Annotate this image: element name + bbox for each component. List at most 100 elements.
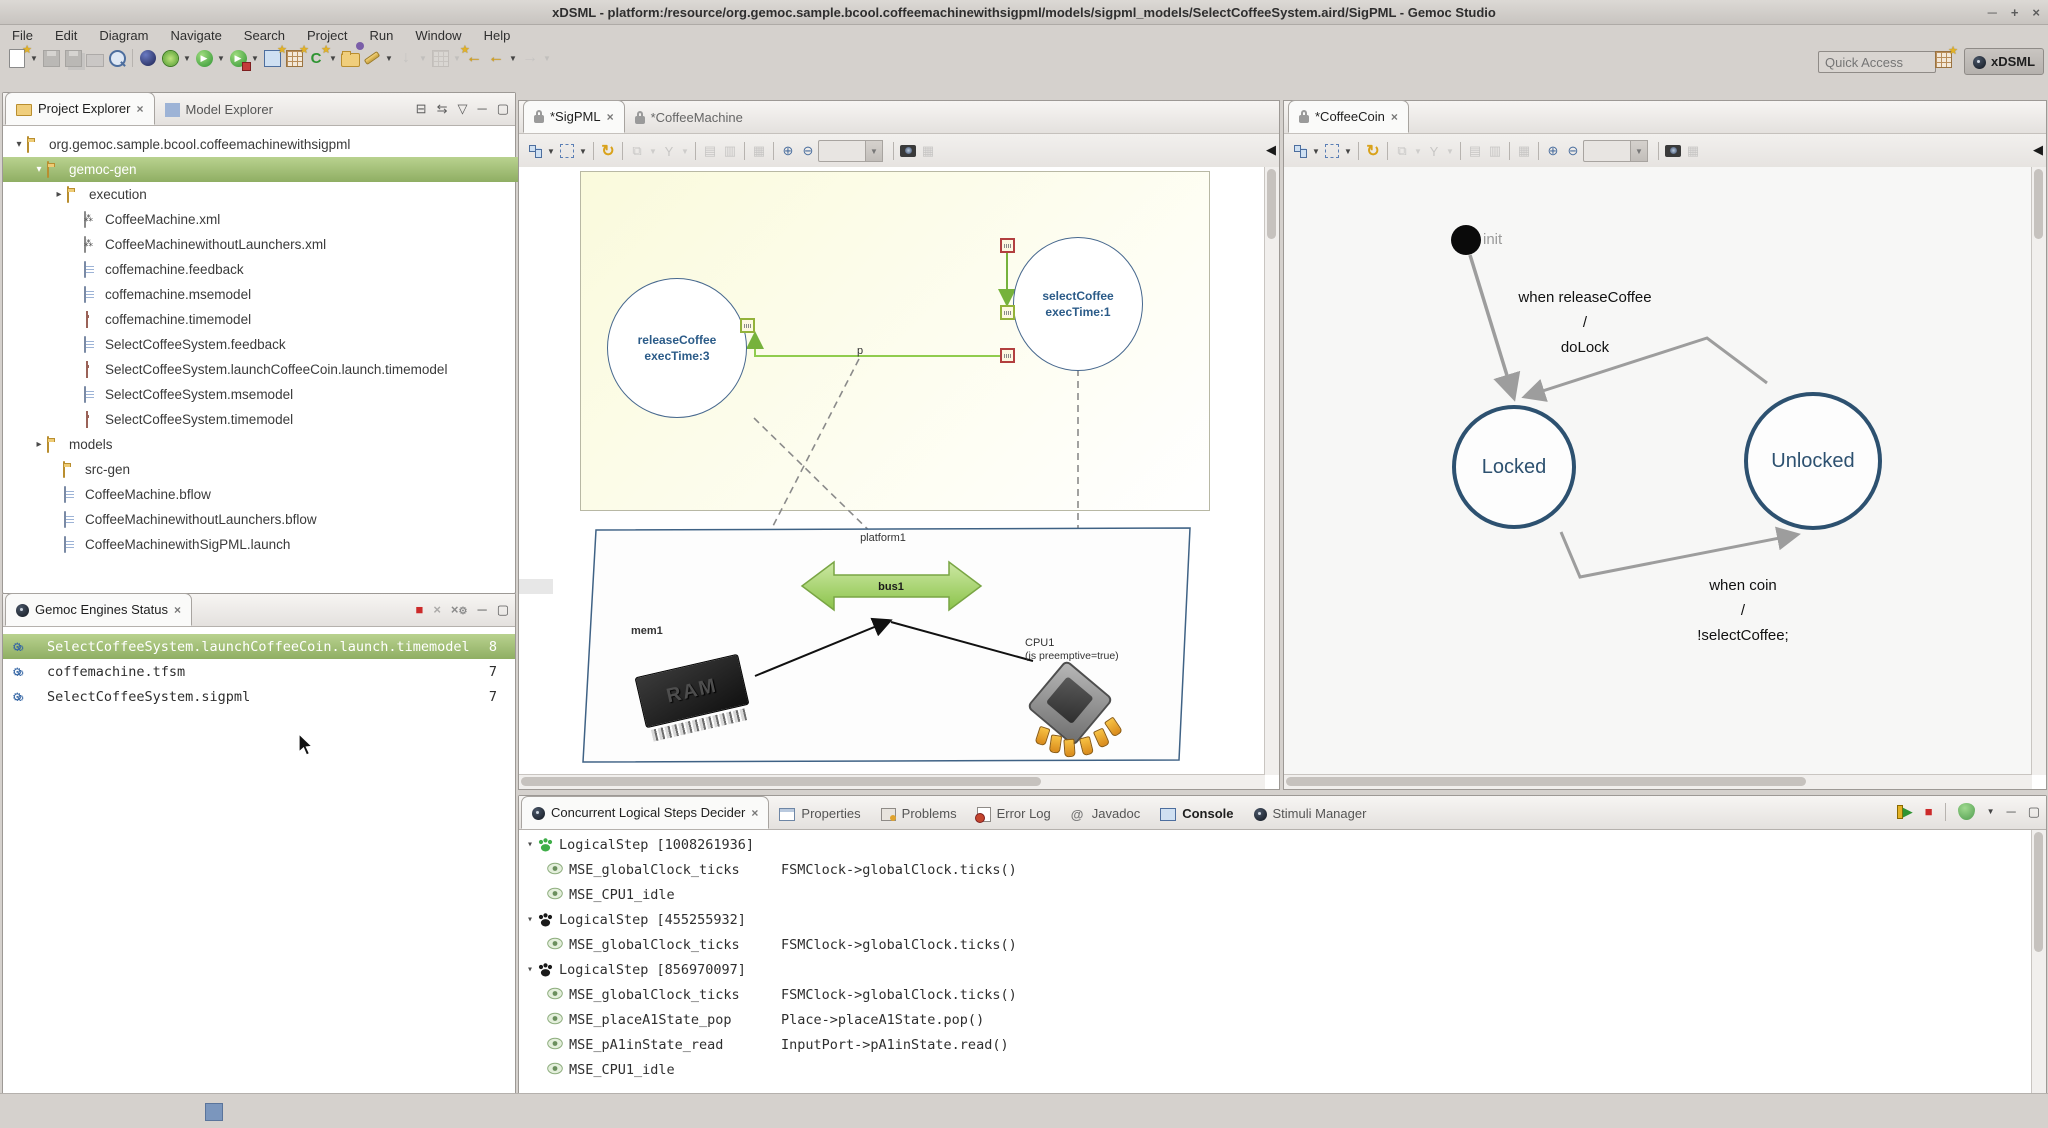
window-maximize-button[interactable]: + xyxy=(2011,5,2019,20)
select-marquee-icon[interactable] xyxy=(1322,141,1342,161)
open-resource-icon[interactable] xyxy=(339,47,361,69)
bottom-panel-scrollbar[interactable] xyxy=(2031,830,2046,1093)
open-perspective-icon[interactable]: ★ xyxy=(1932,48,1954,70)
import-icon[interactable]: ↓ xyxy=(395,47,417,69)
tree-item-models[interactable]: ▸models xyxy=(3,432,543,457)
refresh-representation-icon[interactable]: C★ xyxy=(305,47,327,69)
tree-item-coffeemachinewithsigpml-launch[interactable]: CoffeeMachinewithSigPML.launch xyxy=(3,532,559,557)
grid-icon[interactable]: ▦ xyxy=(918,141,938,161)
mse-row[interactable]: MSE_placeA1State_popPlace->placeA1State.… xyxy=(519,1007,2046,1032)
collapse-all-icon[interactable]: ⊟ xyxy=(416,101,427,117)
export-image-icon[interactable] xyxy=(898,141,918,161)
tab-concurrent-logical-steps-decider[interactable]: Concurrent Logical Steps Decider × xyxy=(521,796,769,829)
minimize-view-icon[interactable]: ─ xyxy=(477,602,486,617)
menu-search[interactable]: Search xyxy=(244,28,285,43)
tree-item-coffeemachine-bflow[interactable]: CoffeeMachine.bflow xyxy=(3,482,559,507)
mse-row[interactable]: MSE_pA1inState_readInputPort->pA1inState… xyxy=(519,1032,2046,1057)
browser-icon[interactable] xyxy=(137,47,159,69)
mse-row[interactable]: MSE_globalClock_ticksFSMClock->globalClo… xyxy=(519,932,2046,957)
quick-access-input[interactable] xyxy=(1818,51,1936,73)
tree-item-coffemachine-msemodel[interactable]: coffemachine.msemodel xyxy=(3,282,579,307)
zoom-in-icon[interactable]: ⊕ xyxy=(1543,141,1563,161)
align-dropdown[interactable]: ▼ xyxy=(1444,140,1456,162)
sigpml-canvas[interactable]: bus1 platform1 releaseCoffee execTime:3 … xyxy=(519,167,1265,775)
select-dropdown[interactable]: ▼ xyxy=(577,140,589,162)
tree-item-coffeemachinewithoutlaunchers-xml[interactable]: CoffeeMachinewithoutLaunchers.xml xyxy=(3,232,579,257)
close-icon[interactable]: × xyxy=(751,806,758,820)
window-minimize-button[interactable]: ─ xyxy=(1988,5,1997,20)
last-edit-location-icon[interactable]: ←★ xyxy=(463,47,485,69)
palette-collapse-icon[interactable]: ◀ xyxy=(1266,142,1276,158)
pin-icon[interactable]: ▦ xyxy=(749,141,769,161)
maximize-view-icon[interactable]: ▢ xyxy=(2028,804,2040,820)
external-tools-icon[interactable]: ▶ xyxy=(227,47,249,69)
initial-state-dot[interactable] xyxy=(1451,225,1481,255)
maximize-view-icon[interactable]: ▢ xyxy=(497,602,509,618)
tree-item-execution[interactable]: ▸execution xyxy=(3,182,563,207)
tab-gemoc-engines-status[interactable]: Gemoc Engines Status × xyxy=(5,593,192,626)
menu-project[interactable]: Project xyxy=(307,28,347,43)
view-menu-icon[interactable]: ▽ xyxy=(457,101,467,117)
output-port-releasecoffee[interactable] xyxy=(740,318,755,333)
close-icon[interactable]: × xyxy=(174,603,181,617)
export-image-icon[interactable] xyxy=(1663,141,1683,161)
window-close-button[interactable]: × xyxy=(2032,5,2040,20)
run-icon[interactable]: ▶ xyxy=(193,47,215,69)
tree-item-coffemachine-timemodel[interactable]: coffemachine.timemodel xyxy=(3,307,579,332)
state-unlocked[interactable]: Unlocked xyxy=(1744,392,1882,530)
stop-execution-icon[interactable]: ■ xyxy=(1925,804,1933,819)
tree-item-src-gen[interactable]: src-gen xyxy=(3,457,559,482)
zoom-in-icon[interactable]: ⊕ xyxy=(778,141,798,161)
debug-icon[interactable] xyxy=(159,47,181,69)
align-dropdown[interactable]: ▼ xyxy=(679,140,691,162)
forward-history-icon[interactable]: → xyxy=(519,47,541,69)
menu-diagram[interactable]: Diagram xyxy=(99,28,148,43)
coffeecoin-canvas[interactable]: init Locked Unlocked when releaseCoffee/… xyxy=(1284,167,2032,775)
mse-row[interactable]: MSE_CPU1_idle xyxy=(519,1057,2046,1082)
dispose-engine-icon[interactable]: × xyxy=(433,602,441,617)
tab-project-explorer[interactable]: Project Explorer × xyxy=(5,92,155,125)
new-model-icon[interactable]: ★ xyxy=(261,47,283,69)
layers-dropdown[interactable]: ▼ xyxy=(1310,140,1322,162)
close-icon[interactable]: × xyxy=(607,110,614,124)
perspective-xdsml-button[interactable]: xDSML xyxy=(1964,48,2044,75)
tab-model-explorer[interactable]: Model Explorer xyxy=(155,94,283,125)
tab-javadoc[interactable]: @Javadoc xyxy=(1061,798,1150,829)
back-history-dropdown[interactable]: ▼ xyxy=(507,47,519,69)
menu-help[interactable]: Help xyxy=(484,28,511,43)
align-icon[interactable]: Y xyxy=(1424,141,1444,161)
zoom-level-combo[interactable] xyxy=(1583,140,1631,162)
port-selectcoffee-mid[interactable] xyxy=(1000,305,1015,320)
tab-coffeecoin[interactable]: *CoffeeCoin × xyxy=(1288,100,1409,133)
copy-dropdown[interactable]: ▼ xyxy=(1412,140,1424,162)
logical-step-row[interactable]: ▾LogicalStep [856970097] xyxy=(519,957,2046,982)
refresh-diagram-icon[interactable]: ↻ xyxy=(1363,141,1383,161)
palette-collapse-icon[interactable]: ◀ xyxy=(2033,142,2043,158)
select-dropdown[interactable]: ▼ xyxy=(1342,140,1354,162)
highlighter-dropdown[interactable]: ▼ xyxy=(383,47,395,69)
zoom-out-icon[interactable]: ⊖ xyxy=(1563,141,1583,161)
input-port-selectcoffee-top[interactable] xyxy=(1000,238,1015,253)
stop-engine-icon[interactable]: ■ xyxy=(415,602,423,617)
tree-item-gemoc-gen[interactable]: ▾gemoc-gen xyxy=(3,157,543,182)
logical-step-row[interactable]: ▾LogicalStep [1008261936] xyxy=(519,832,2046,857)
new-table-icon[interactable]: ★ xyxy=(283,47,305,69)
show-icon[interactable]: ▥ xyxy=(720,141,740,161)
refresh-diagram-icon[interactable]: ↻ xyxy=(598,141,618,161)
coffeecoin-vertical-scrollbar[interactable] xyxy=(2031,167,2046,775)
tab-error-log[interactable]: Error Log xyxy=(967,798,1061,829)
tree-item-selectcoffeesystem-launch-timemodel[interactable]: SelectCoffeeSystem.launchCoffeeCoin.laun… xyxy=(3,357,579,382)
zoom-level-combo[interactable] xyxy=(818,140,866,162)
step-execution-icon[interactable]: ▶ xyxy=(1897,804,1913,820)
logical-step-row[interactable]: ▾LogicalStep [455255932] xyxy=(519,907,2046,932)
engine-row-sigpml[interactable]: ⚙⚙ SelectCoffeeSystem.sigpml 7 xyxy=(3,684,515,709)
print-icon[interactable] xyxy=(84,47,106,69)
tab-stimuli-manager[interactable]: Stimuli Manager xyxy=(1244,798,1377,829)
mse-row[interactable]: MSE_globalClock_ticksFSMClock->globalClo… xyxy=(519,982,2046,1007)
mse-row[interactable]: MSE_CPU1_idle xyxy=(519,882,2046,907)
close-icon[interactable]: × xyxy=(1391,110,1398,124)
zoom-out-icon[interactable]: ⊖ xyxy=(798,141,818,161)
sigpml-horizontal-scrollbar[interactable] xyxy=(519,774,1265,789)
copy-dropdown[interactable]: ▼ xyxy=(647,140,659,162)
hide-icon[interactable]: ▤ xyxy=(1465,141,1485,161)
